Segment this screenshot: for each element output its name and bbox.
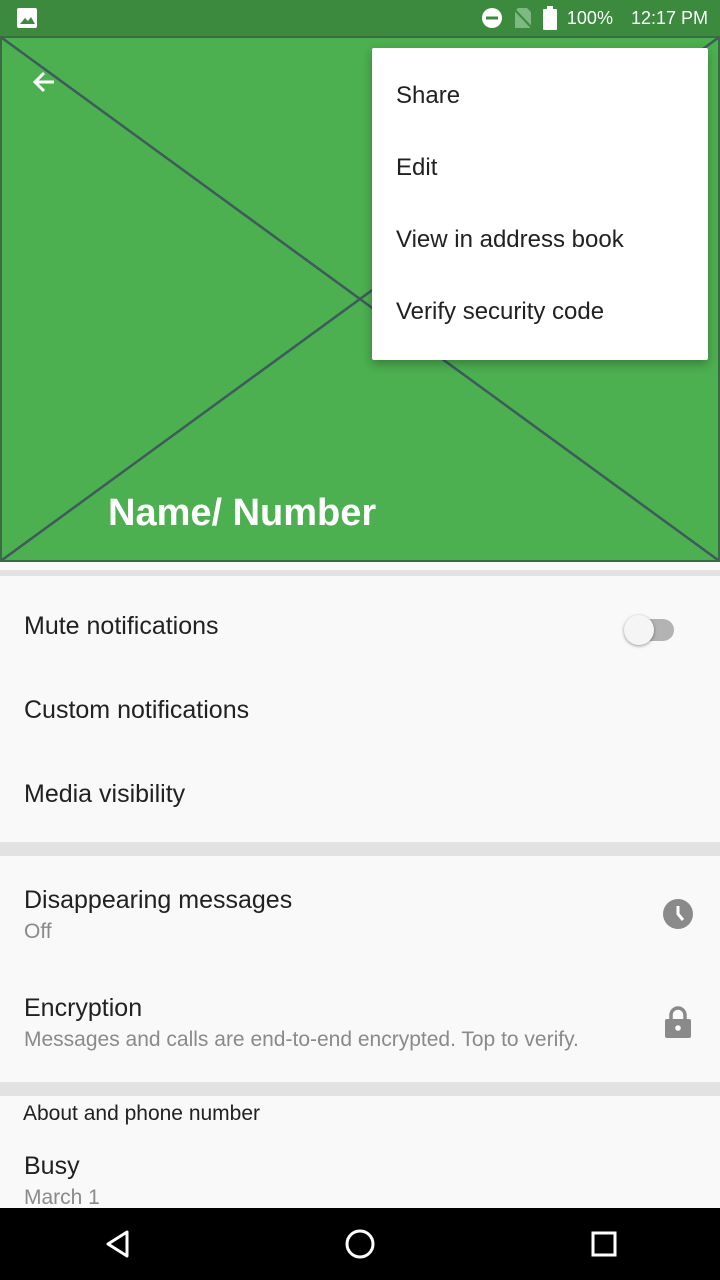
image-icon (16, 7, 38, 29)
divider (0, 570, 720, 576)
do-not-disturb-icon (481, 7, 503, 29)
disappearing-messages-row[interactable]: Disappearing messages Off (0, 856, 720, 964)
menu-item-edit[interactable]: Edit (372, 132, 708, 204)
clock: 12:17 PM (630, 7, 708, 28)
mute-notifications-label: Mute notifications (24, 612, 219, 640)
encryption-row[interactable]: Encryption Messages and calls are end-to… (0, 964, 720, 1082)
about-date: March 1 (24, 1186, 100, 1208)
battery-percent: 100% (566, 7, 613, 28)
mute-notifications-row[interactable]: Mute notifications (0, 580, 720, 674)
nav-back-button[interactable] (100, 1226, 136, 1262)
media-visibility-row[interactable]: Media visibility (0, 758, 720, 842)
status-bar: 100% 12:17 PM (0, 0, 720, 36)
encryption-title: Encryption (24, 994, 143, 1022)
menu-item-share[interactable]: Share (372, 60, 708, 132)
back-triangle-icon (106, 1230, 129, 1258)
navigation-bar (0, 1208, 720, 1280)
home-circle-icon (345, 1229, 375, 1259)
media-visibility-label: Media visibility (24, 780, 186, 808)
nav-home-button[interactable] (342, 1226, 378, 1262)
mute-notifications-toggle[interactable] (624, 611, 676, 645)
disappearing-messages-title: Disappearing messages (24, 886, 293, 914)
menu-item-verify-security-code[interactable]: Verify security code (372, 276, 708, 348)
section-divider (0, 842, 720, 856)
section-divider (0, 1082, 720, 1096)
recents-square-icon (591, 1231, 617, 1257)
about-status: Busy (24, 1152, 80, 1180)
custom-notifications-row[interactable]: Custom notifications (0, 674, 720, 758)
overflow-menu: Share Edit View in address book Verify s… (372, 48, 708, 360)
disappearing-messages-status: Off (24, 920, 52, 943)
battery-icon (542, 6, 557, 30)
arrow-back-icon (32, 71, 54, 93)
back-button[interactable] (24, 62, 64, 102)
timer-icon (662, 898, 694, 930)
toggle-thumb (624, 615, 654, 645)
nav-recents-button[interactable] (586, 1226, 622, 1262)
custom-notifications-label: Custom notifications (24, 696, 250, 724)
no-sim-icon (513, 7, 533, 29)
encryption-description: Messages and calls are end-to-end encryp… (24, 1028, 579, 1051)
menu-item-view-in-address-book[interactable]: View in address book (372, 204, 708, 276)
about-status-row[interactable]: Busy March 1 (0, 1140, 720, 1208)
about-section-label: About and phone number (23, 1102, 261, 1125)
lock-icon (662, 1006, 694, 1038)
contact-name: Name/ Number (108, 492, 377, 534)
